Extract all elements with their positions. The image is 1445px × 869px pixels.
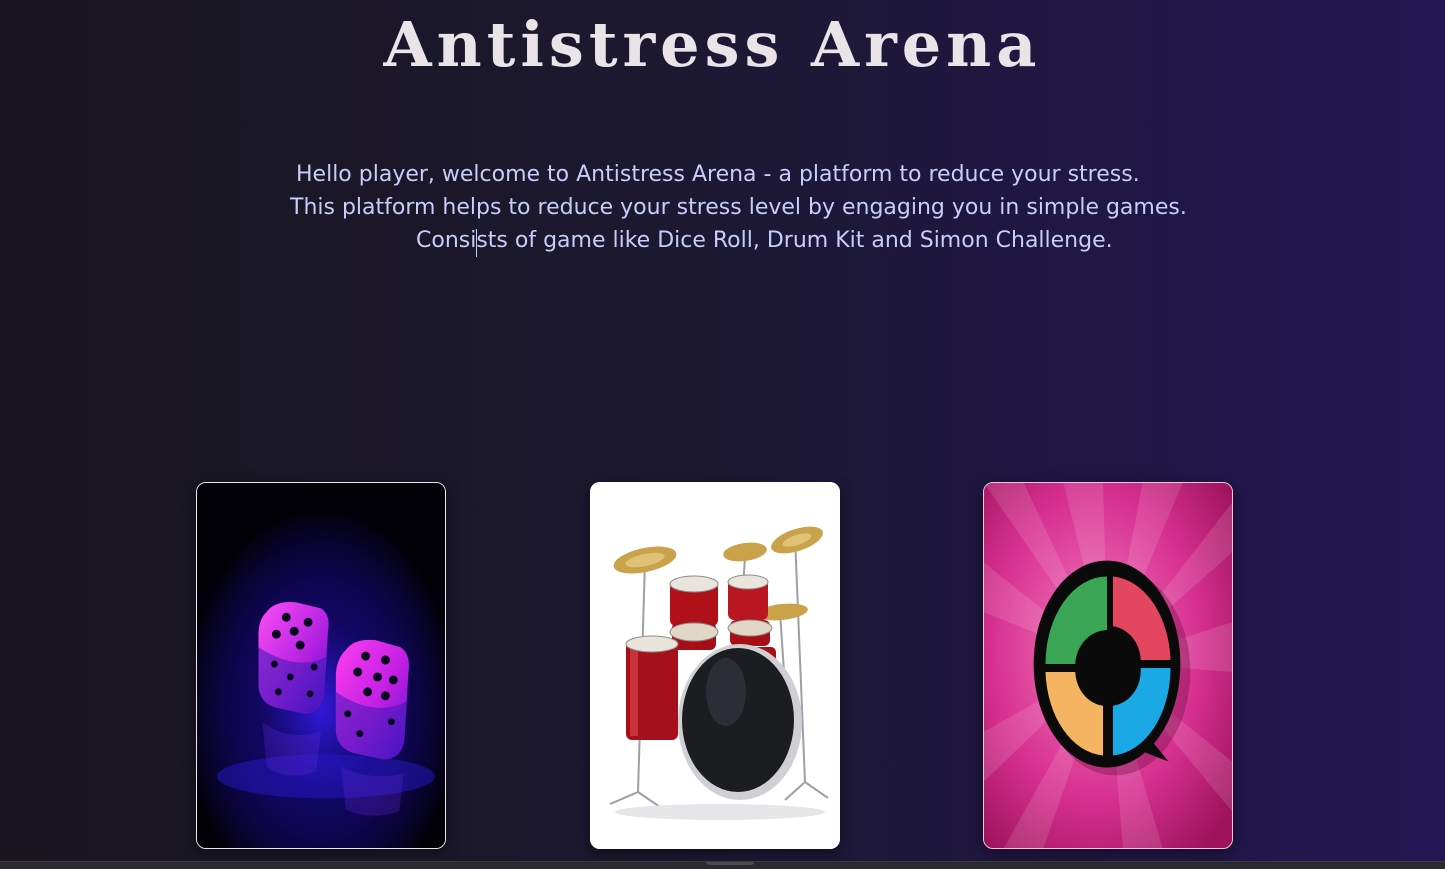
text-cursor xyxy=(476,229,477,257)
dice-icon xyxy=(197,483,445,848)
simon-icon xyxy=(984,483,1232,848)
intro-line-3: Consists of game like Dice Roll, Drum Ki… xyxy=(416,228,1113,253)
drum-kit-card[interactable] xyxy=(590,482,840,849)
intro-line-1: Hello player, welcome to Antistress Aren… xyxy=(296,162,1140,187)
dice-roll-card[interactable] xyxy=(196,482,446,849)
page-title: Antistress Arena xyxy=(383,8,1042,81)
drum-kit-icon xyxy=(590,482,840,849)
scrollbar-thumb[interactable] xyxy=(706,862,754,865)
intro-line-2: This platform helps to reduce your stres… xyxy=(290,195,1187,220)
bottom-scrollbar[interactable] xyxy=(0,861,1445,869)
simon-challenge-card[interactable] xyxy=(983,482,1233,849)
